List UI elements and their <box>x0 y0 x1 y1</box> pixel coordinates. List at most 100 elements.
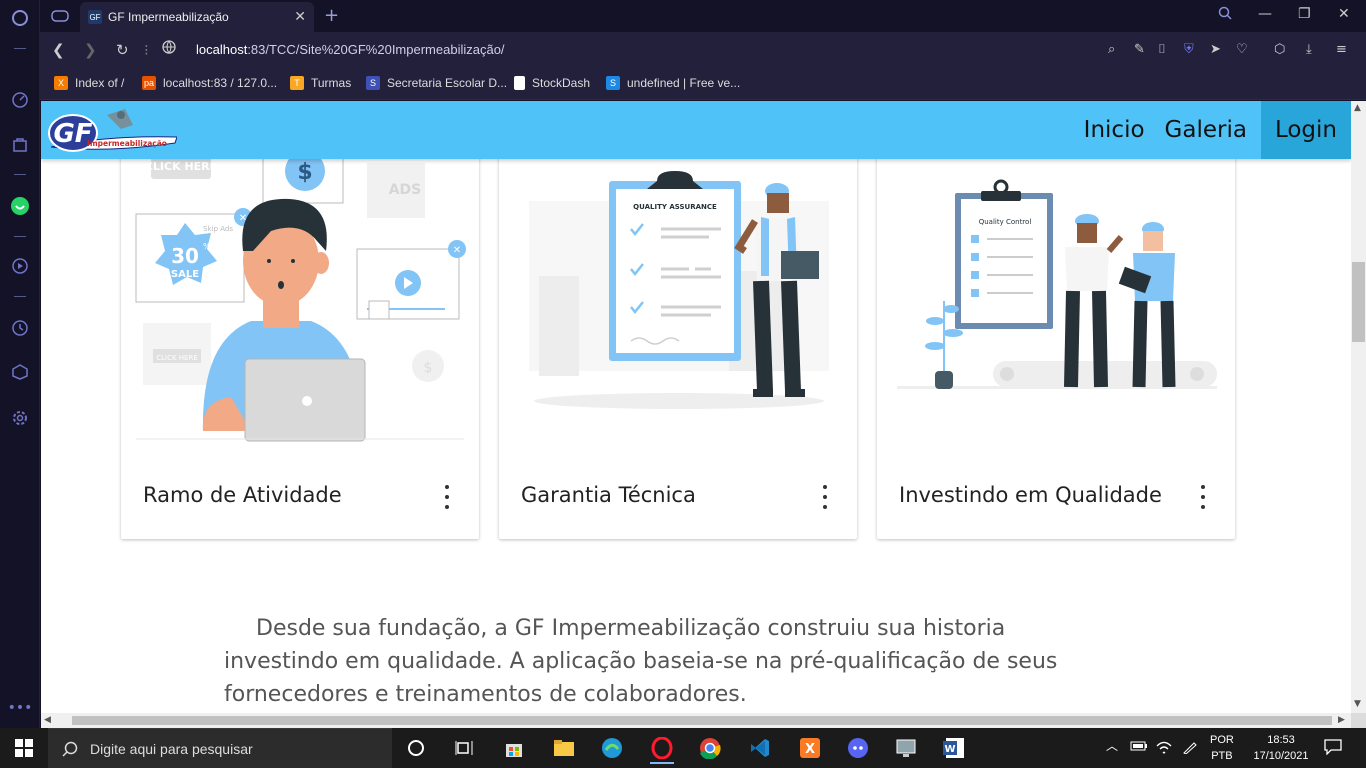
scroll-up-icon[interactable]: ▲ <box>1354 103 1361 113</box>
language-indicator[interactable]: POR PTB <box>1210 732 1234 764</box>
pen-icon[interactable] <box>1182 740 1198 759</box>
windows-start-icon[interactable] <box>12 736 36 760</box>
close-tab-icon[interactable]: ✕ <box>294 8 306 25</box>
camera-icon[interactable]: ⌷ <box>1158 42 1166 57</box>
forward-icon[interactable]: ❯ <box>84 41 97 59</box>
svg-text:✕: ✕ <box>453 245 461 256</box>
bookmarks-bar: X Index of / pa localhost:83 / 127.0... TT… <box>40 68 1366 100</box>
edge-icon[interactable] <box>600 736 624 760</box>
svg-text:$: $ <box>297 160 312 185</box>
svg-text:W: W <box>944 744 955 755</box>
file-explorer-icon[interactable] <box>552 736 576 760</box>
chrome-icon[interactable] <box>698 736 722 760</box>
main-nav: Inicio Galeria Login <box>1074 101 1351 159</box>
task-view-icon[interactable] <box>452 736 476 760</box>
svg-text:Impermeabilização: Impermeabilização <box>87 139 167 148</box>
bookmark-item[interactable]: X Index of / <box>54 76 124 90</box>
wifi-icon[interactable] <box>1156 740 1172 759</box>
search-page-icon[interactable]: ⌕ <box>1108 42 1115 57</box>
download-icon[interactable]: ⤓ <box>1306 42 1312 57</box>
settings-icon[interactable] <box>10 408 30 428</box>
card-garantia-tecnica[interactable]: QUALITY ASSURANCE Garantia Técnica <box>499 101 857 539</box>
monitor-app-icon[interactable] <box>894 736 918 760</box>
gf-logo[interactable]: GF Impermeabilização <box>47 107 178 155</box>
tray-expand-icon[interactable]: ︿ <box>1106 738 1118 754</box>
bookmark-item[interactable]: T Turmas <box>290 76 351 90</box>
site-favicon-icon: GF <box>88 10 102 24</box>
card-title: Garantia Técnica <box>521 483 696 507</box>
word-icon[interactable]: W <box>942 736 966 760</box>
nav-galeria[interactable]: Galeria <box>1155 101 1257 159</box>
opera-taskbar-icon[interactable] <box>650 734 674 764</box>
svg-text:X: X <box>805 742 815 757</box>
more-vert-icon[interactable] <box>1197 485 1209 509</box>
school-icon: S <box>366 76 380 90</box>
cube-icon[interactable]: ⬡ <box>1274 42 1285 57</box>
search-placeholder: Digite aqui para pesquisar <box>90 740 253 757</box>
bookmark-item[interactable]: S Secretaria Escolar D... <box>366 76 507 90</box>
extensions-icon[interactable] <box>10 362 30 382</box>
send-icon[interactable]: ➤ <box>1210 42 1221 57</box>
horizontal-scroll-thumb[interactable] <box>72 716 1332 725</box>
web-page: CLICK HERE $ ADS ✕ 30 % SALE Skip Ads CL… <box>41 101 1351 713</box>
tab-strip: GF GF Impermeabilização ✕ + — ❐ ✕ <box>40 0 1366 32</box>
history-icon[interactable] <box>10 318 30 338</box>
heart-icon[interactable]: ♡ <box>1236 42 1248 57</box>
bookmark-item[interactable]: StockDash <box>514 76 590 90</box>
about-paragraph: Desde sua fundação, a GF Impermeabilizaç… <box>224 616 1058 707</box>
svg-text:SALE: SALE <box>171 269 199 280</box>
svg-text:Skip Ads: Skip Ads <box>203 225 233 233</box>
scroll-down-icon[interactable]: ▼ <box>1354 699 1361 709</box>
opera-logo-icon[interactable] <box>10 8 30 28</box>
notifications-icon[interactable] <box>1324 739 1342 760</box>
card-investindo-em-qualidade[interactable]: Quality Control Investindo em Qualidade <box>877 101 1235 539</box>
card-title: Investindo em Qualidade <box>899 483 1162 507</box>
dots-icon: ⁝ <box>144 41 149 59</box>
whatsapp-icon[interactable] <box>10 196 30 216</box>
card-ramo-de-atividade[interactable]: CLICK HERE $ ADS ✕ 30 % SALE Skip Ads CL… <box>121 101 479 539</box>
nav-login[interactable]: Login <box>1260 101 1351 159</box>
speed-dial-icon[interactable] <box>10 90 30 110</box>
minimize-icon[interactable]: — <box>1258 6 1272 22</box>
battery-icon[interactable] <box>1130 740 1148 757</box>
url-field[interactable]: localhost:83/TCC/Site%20GF%20Impermeabil… <box>196 42 505 57</box>
more-icon[interactable]: ••• <box>8 698 33 718</box>
store-icon[interactable] <box>502 736 526 760</box>
xampp-taskbar-icon[interactable]: X <box>798 736 822 760</box>
svg-text:$: $ <box>424 360 433 376</box>
close-window-icon[interactable]: ✕ <box>1338 6 1350 22</box>
scroll-right-icon[interactable]: ▶ <box>1338 715 1345 725</box>
document-icon <box>514 76 525 90</box>
svg-text:30: 30 <box>171 244 199 268</box>
s-logo-icon: S <box>606 76 620 90</box>
maximize-icon[interactable]: ❐ <box>1298 6 1311 22</box>
player-icon[interactable] <box>10 256 30 276</box>
menu-icon[interactable]: ≡ <box>1336 42 1347 57</box>
clock[interactable]: 18:53 17/10/2021 <box>1248 732 1314 764</box>
svg-text:%: % <box>203 242 211 251</box>
vertical-scroll-thumb[interactable] <box>1352 262 1365 342</box>
address-bar: ❮ ❯ ↻ ⁝ localhost:83/TCC/Site%20GF%20Imp… <box>40 32 1366 68</box>
site-info-icon[interactable] <box>162 40 176 58</box>
tab-active[interactable]: GF GF Impermeabilização ✕ <box>80 2 314 32</box>
taskbar-search-box[interactable]: Digite aqui para pesquisar <box>48 728 392 768</box>
edit-icon[interactable]: ✎ <box>1134 42 1145 57</box>
card-title: Ramo de Atividade <box>143 483 342 507</box>
new-tab-button[interactable]: + <box>324 5 339 26</box>
scroll-left-icon[interactable]: ◀ <box>44 715 51 725</box>
discord-icon[interactable] <box>846 736 870 760</box>
more-vert-icon[interactable] <box>819 485 831 509</box>
vertical-scrollbar[interactable]: ▲ ▼ <box>1351 101 1366 713</box>
workspaces-icon[interactable] <box>50 6 70 26</box>
vscode-icon[interactable] <box>748 736 772 760</box>
back-icon[interactable]: ❮ <box>52 41 65 59</box>
bookmark-item[interactable]: pa localhost:83 / 127.0... <box>142 76 277 90</box>
more-vert-icon[interactable] <box>441 485 453 509</box>
reload-icon[interactable]: ↻ <box>116 41 129 59</box>
search-tabs-icon[interactable] <box>1218 6 1232 24</box>
vpn-shield-icon[interactable]: ⛨ <box>1184 42 1194 57</box>
cortana-icon[interactable] <box>404 736 428 760</box>
shopping-bag-icon[interactable] <box>10 134 30 154</box>
bookmark-item[interactable]: Sundefined | Free ve... <box>606 76 740 90</box>
nav-inicio[interactable]: Inicio <box>1074 101 1155 159</box>
